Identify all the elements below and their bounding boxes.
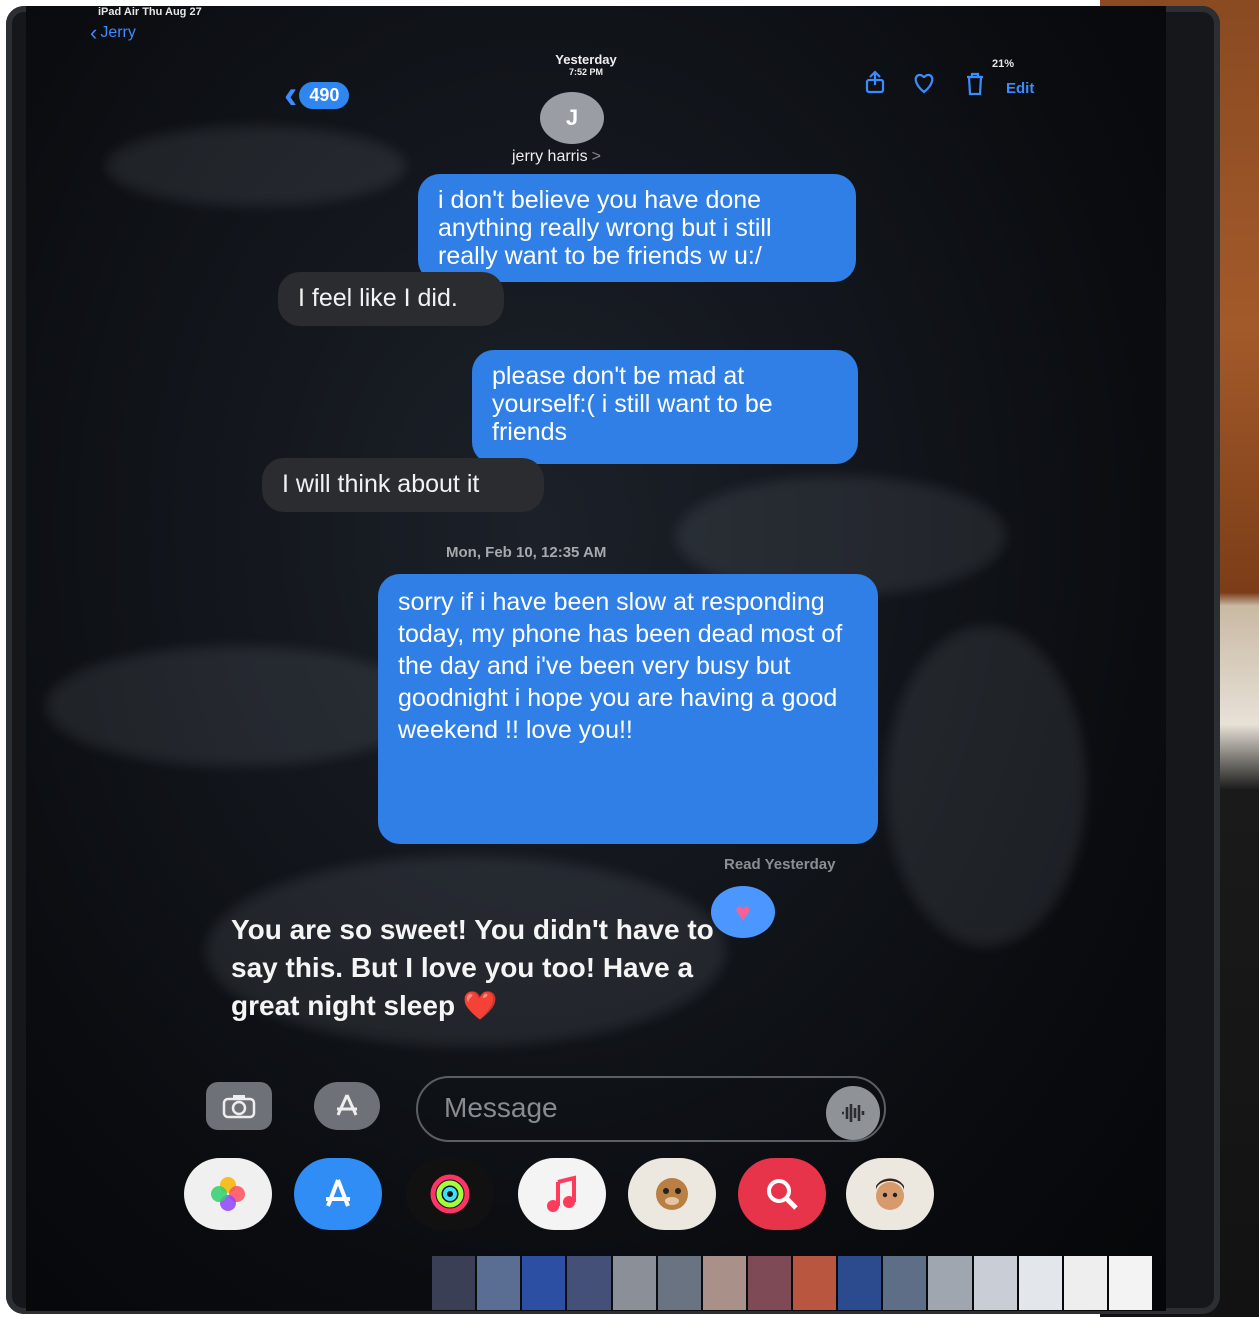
share-icon[interactable] [864, 70, 886, 100]
conversation-date: Yesterday 7:52 PM [526, 52, 646, 77]
app-drawer-thumbnails[interactable] [432, 1256, 1152, 1310]
message-bubble-received[interactable]: I will think about it [262, 458, 544, 512]
back-to-jerry-button[interactable]: ‹ Jerry [90, 20, 136, 45]
message-bubble-sent[interactable]: sorry if i have been slow at responding … [378, 574, 878, 844]
time-label: 7:52 PM [568, 67, 603, 77]
music-icon[interactable] [518, 1158, 606, 1230]
message-input[interactable]: Message [416, 1076, 886, 1142]
app-store-icon[interactable] [314, 1082, 380, 1130]
message-bubble-sent[interactable]: i don't believe you have done anything r… [418, 174, 856, 282]
status-bar-left: iPad Air Thu Aug 27 [98, 6, 202, 18]
avatar[interactable]: J [540, 92, 604, 144]
chevron-left-icon: ‹ [90, 20, 98, 45]
message-bubble-received[interactable]: You are so sweet! You didn't have to say… [231, 911, 731, 1025]
activity-icon[interactable] [406, 1158, 494, 1230]
ipad-device: iPad Air Thu Aug 27 21% ‹ Jerry ‹ 490 Ye… [6, 6, 1220, 1314]
photos-icon[interactable] [184, 1158, 272, 1230]
app-store-icon[interactable] [294, 1158, 382, 1230]
back-label: Jerry [100, 24, 136, 41]
chevron-right-icon: > [591, 148, 601, 165]
contact-name: jerry harris [512, 148, 588, 165]
memoji-icon[interactable] [846, 1158, 934, 1230]
trash-icon[interactable] [964, 72, 986, 102]
animoji-icon[interactable] [628, 1158, 716, 1230]
contact-name-button[interactable]: jerry harris > [512, 148, 601, 166]
message-bubble-received[interactable]: I feel like I did. [278, 272, 504, 326]
heart-icon[interactable] [912, 72, 936, 100]
search-icon[interactable] [738, 1158, 826, 1230]
messages-screen: iPad Air Thu Aug 27 21% ‹ Jerry ‹ 490 Ye… [26, 6, 1166, 1311]
read-receipt: Read Yesterday [724, 856, 836, 873]
camera-icon[interactable] [206, 1082, 272, 1130]
message-timestamp: Mon, Feb 10, 12:35 AM [446, 544, 607, 561]
battery-status: 21% [992, 58, 1015, 70]
conversations-back-button[interactable]: ‹ 490 [284, 73, 350, 117]
edit-button[interactable]: Edit [1006, 80, 1034, 97]
date-label: Yesterday [555, 52, 617, 67]
unread-badge: 490 [299, 81, 350, 109]
chevron-left-icon: ‹ [284, 73, 298, 117]
audio-icon[interactable] [826, 1086, 880, 1140]
message-bubble-sent[interactable]: please don't be mad at yourself:( i stil… [472, 350, 858, 464]
